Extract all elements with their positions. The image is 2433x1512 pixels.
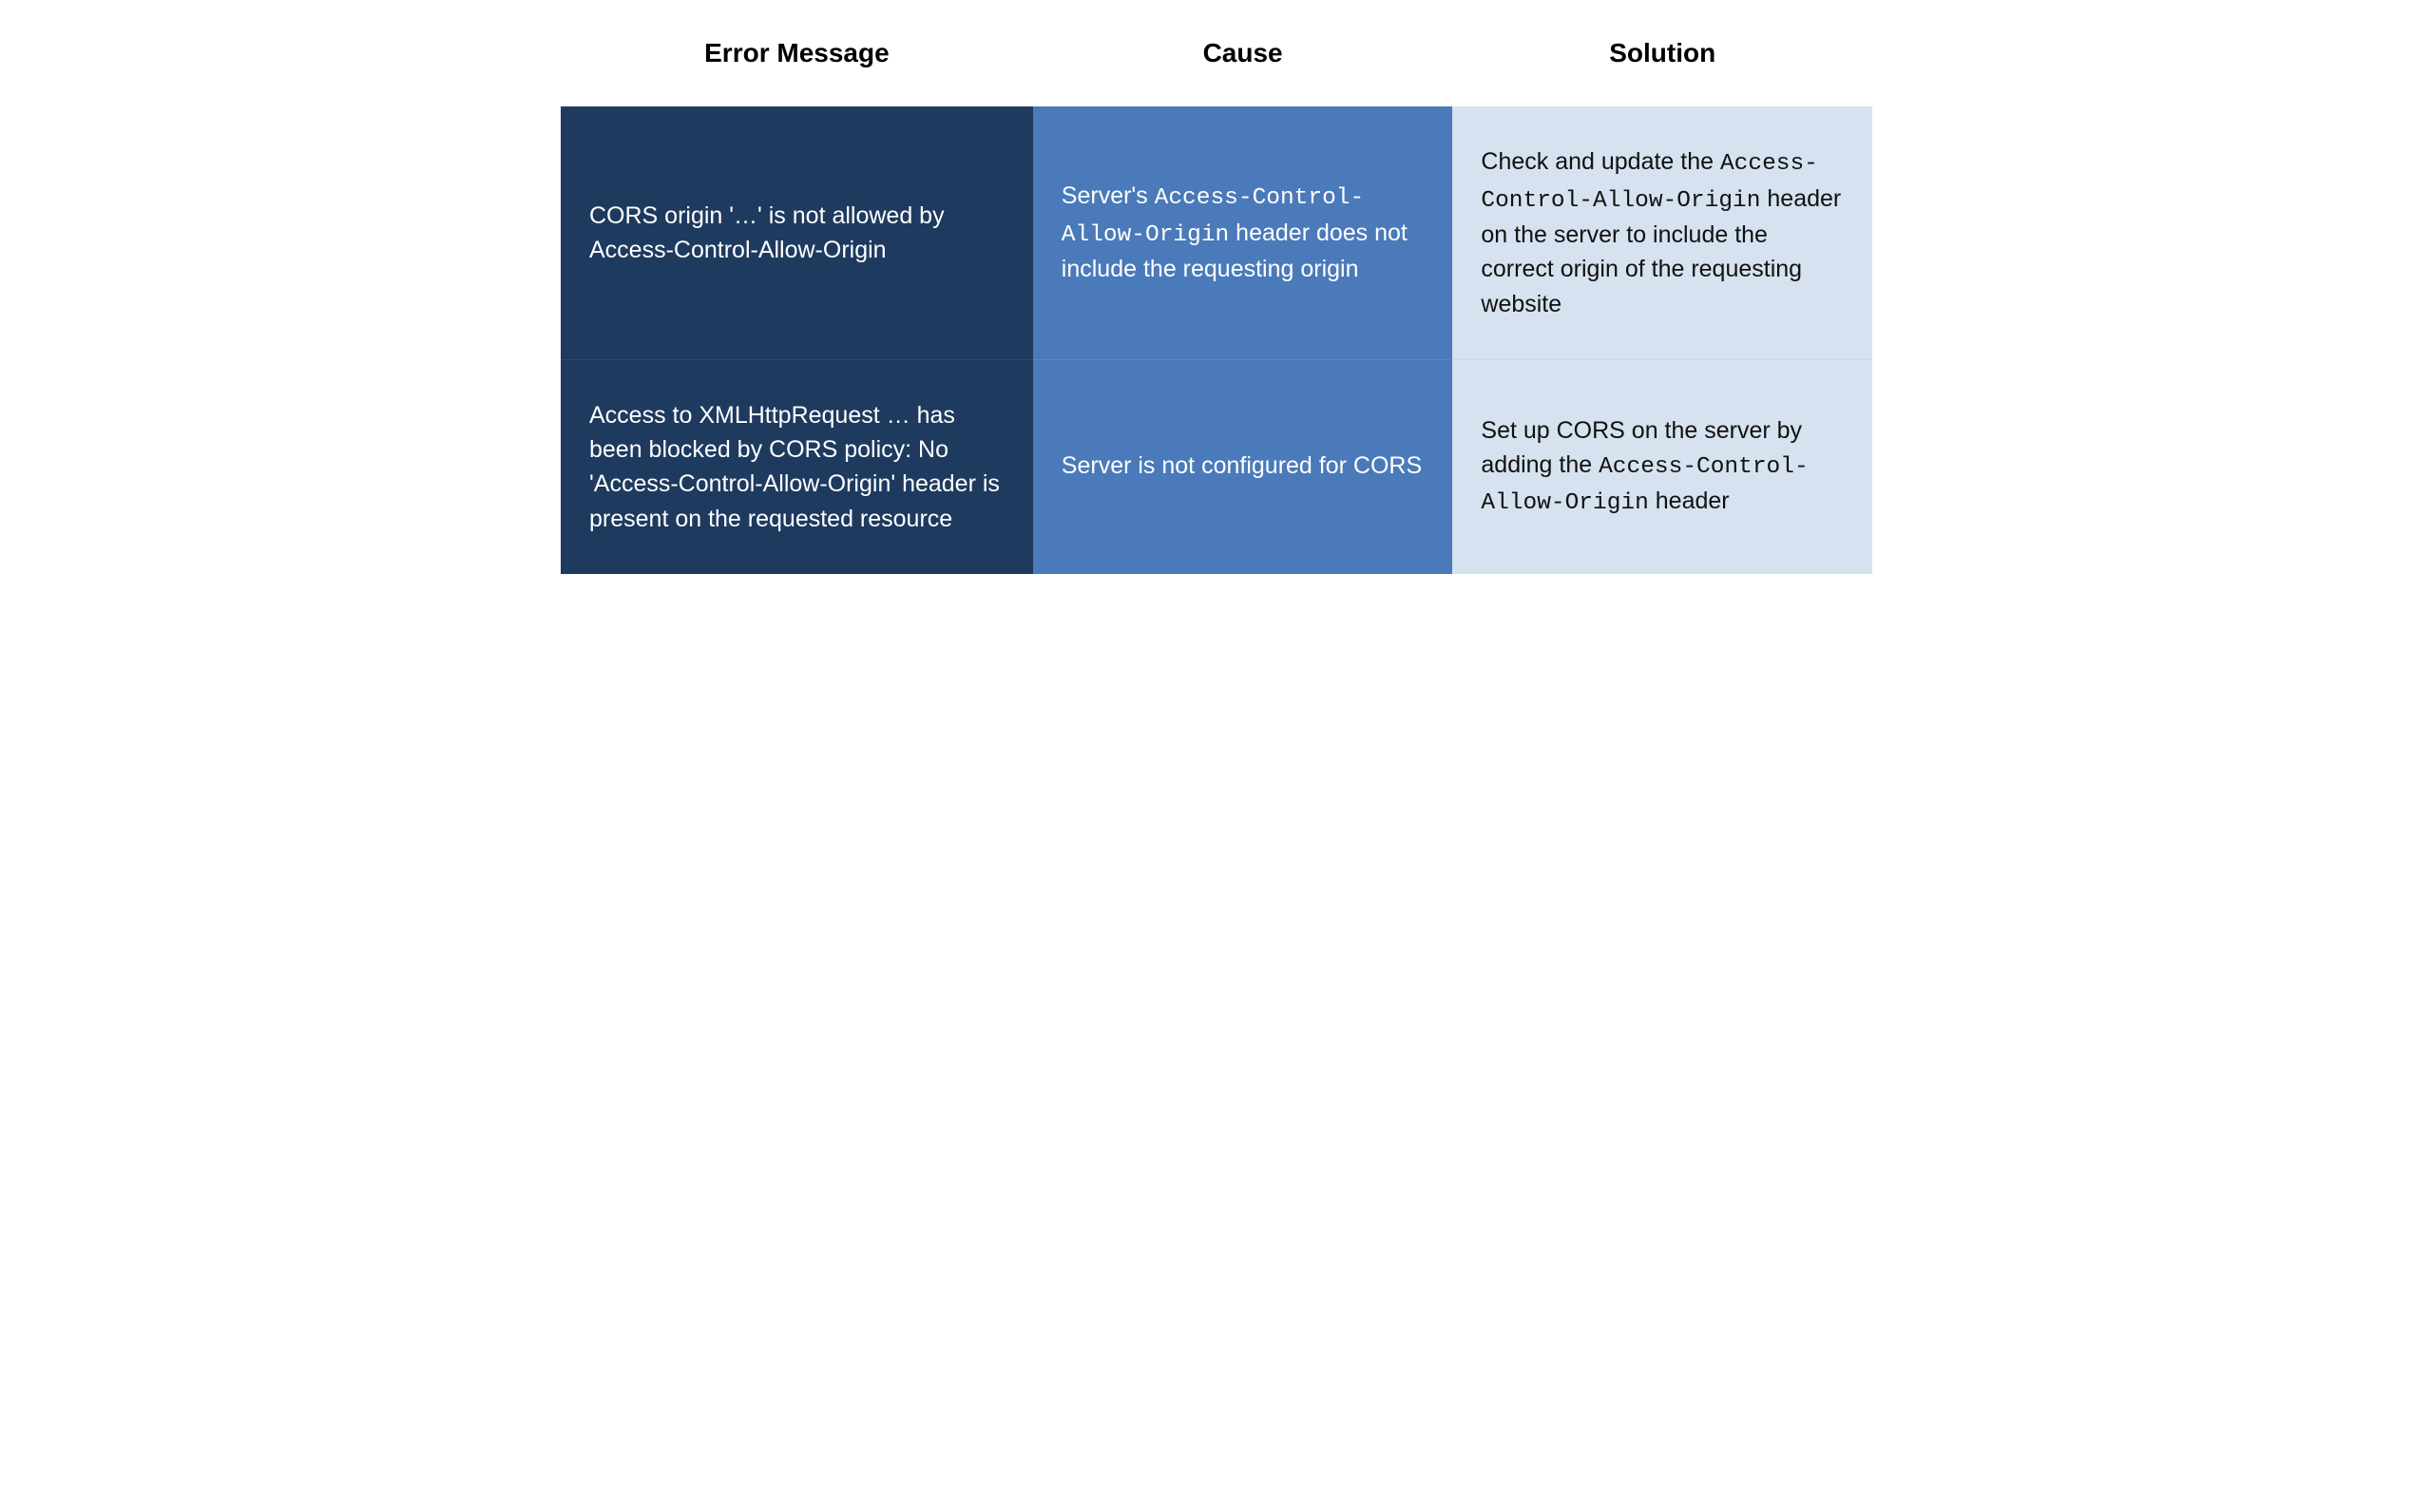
cause-pre: Server's <box>1062 182 1155 209</box>
cell-cause: Server is not configured for CORS <box>1033 360 1453 574</box>
soln-post: header <box>1649 488 1730 514</box>
cell-solution: Check and update the Access-Control-Allo… <box>1452 106 1872 360</box>
cors-errors-table: Error Message Cause Solution CORS origin… <box>561 19 1872 574</box>
soln-pre: Check and update the <box>1481 148 1720 175</box>
header-cause: Cause <box>1033 19 1453 106</box>
header-error: Error Message <box>561 19 1033 106</box>
header-solution: Solution <box>1452 19 1872 106</box>
table-row: Access to XMLHttpRequest … has been bloc… <box>561 360 1872 574</box>
cell-error: Access to XMLHttpRequest … has been bloc… <box>561 360 1033 574</box>
table-header-row: Error Message Cause Solution <box>561 19 1872 106</box>
error-text: CORS origin '…' is not allowed by Access… <box>589 202 945 263</box>
cause-pre: Server is not configured for CORS <box>1062 452 1422 479</box>
table-row: CORS origin '…' is not allowed by Access… <box>561 106 1872 360</box>
error-text: Access to XMLHttpRequest … has been bloc… <box>589 402 1000 532</box>
cell-solution: Set up CORS on the server by adding the … <box>1452 360 1872 574</box>
cell-cause: Server's Access-Control-Allow-Origin hea… <box>1033 106 1453 360</box>
cell-error: CORS origin '…' is not allowed by Access… <box>561 106 1033 360</box>
